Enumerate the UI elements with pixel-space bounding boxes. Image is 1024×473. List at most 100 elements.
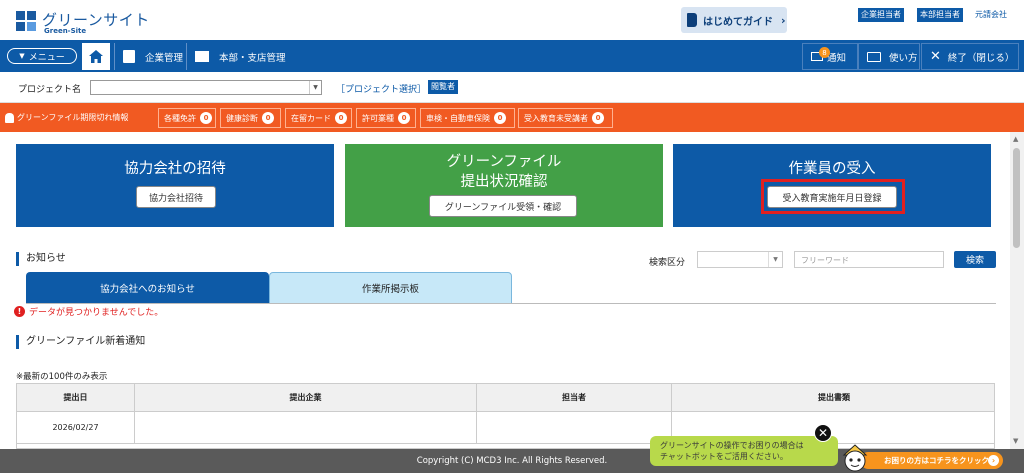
nav-item-label: 企業管理 [145, 52, 184, 64]
alert-title: グリーンファイル期限切れ情報 [5, 112, 128, 123]
card-greenfile-status: グリーンファイル 提出状況確認 グリーンファイル受領・確認 [345, 144, 663, 227]
top-header: グリーンサイト Green-Site はじめてガイド › 企業担当者 本部担当者… [0, 0, 1024, 40]
copyright-text: Copyright (C) MCD3 Inc. All Rights Reser… [416, 456, 608, 466]
column-header: 担当者 [477, 384, 672, 412]
chatbot-bubble[interactable]: グリーンサイトの操作でお困りの場合は チャットボットをご活用ください。 [650, 436, 838, 466]
alert-item-licenses[interactable]: 各種免許 0 [158, 108, 216, 128]
open-book-icon [867, 51, 881, 62]
menu-label: メニュー [28, 52, 65, 63]
error-icon: ! [14, 306, 25, 317]
page-scrollbar[interactable]: ▲ ▼ [1010, 132, 1024, 449]
project-bar: プロジェクト名 ▼ ［プロジェクト選択］ 閲覧者 [0, 72, 1024, 103]
notification-count: 8 [819, 47, 830, 58]
chat-line-1: グリーンサイトの操作でお困りの場合は [660, 441, 804, 450]
role-badge-company: 企業担当者 [858, 8, 904, 22]
alert-item-label: 健康診断 [226, 113, 258, 123]
guide-label: はじめてガイド [703, 16, 773, 28]
main-nav: ▼ メニュー 企業管理 本部・支店管理 8 通知 使い方 ✕ 終了（閉じる） [0, 40, 1024, 72]
highlight-frame [761, 179, 905, 214]
notification-button[interactable]: 8 通知 [802, 43, 858, 70]
viewer-badge: 閲覧者 [428, 80, 458, 94]
greenfile-table: 提出日 提出企業 担当者 提出書類 2026/02/27 [16, 383, 995, 449]
chat-line-2: チャットボットをご活用ください。 [660, 452, 788, 461]
table-cell [477, 412, 672, 444]
company-name: 元請会社 [975, 10, 1007, 19]
no-data-message: ! データが見つかりませんでした。 [14, 305, 163, 318]
bell-icon [5, 112, 14, 123]
alert-item-residence-card[interactable]: 在留カード 0 [285, 108, 352, 128]
scroll-up-icon[interactable]: ▲ [1013, 135, 1018, 143]
greenfile-new-heading: グリーンファイル新着通知 [16, 335, 145, 349]
search-category-select[interactable]: ▼ [697, 251, 783, 268]
nav-item-label: 本部・支店管理 [219, 52, 286, 64]
home-icon [89, 50, 103, 63]
alert-item-count: 0 [262, 112, 274, 124]
column-header: 提出企業 [135, 384, 477, 412]
alert-item-label: 各種免許 [164, 113, 196, 123]
card-invite-partner: 協力会社の招待 協力会社招待 [16, 144, 334, 227]
card-title: 作業員の受入 [788, 161, 876, 177]
mascot-icon [842, 444, 868, 472]
alert-item-count: 0 [200, 112, 212, 124]
alert-item-label: 在留カード [291, 113, 331, 123]
alert-item-count: 0 [494, 112, 506, 124]
search-category-label: 検索区分 [649, 258, 686, 268]
card-title: 協力会社の招待 [124, 161, 226, 177]
notices-heading: お知らせ [16, 252, 66, 266]
close-icon: ✕ [930, 49, 941, 64]
scroll-thumb[interactable] [1013, 148, 1020, 248]
alert-item-count: 0 [398, 112, 410, 124]
freeword-input[interactable]: フリーワード [794, 251, 944, 268]
book-icon [687, 13, 697, 27]
logo-subtext: Green-Site [44, 27, 87, 35]
dropdown-arrow-icon: ▼ [309, 81, 321, 94]
table-cell [135, 412, 477, 444]
greenfile-receive-button[interactable]: グリーンファイル受領・確認 [429, 195, 577, 217]
alert-item-count: 0 [592, 112, 604, 124]
nav-company-management[interactable]: 企業管理 [114, 43, 186, 70]
project-select-link[interactable]: ［プロジェクト選択］ [336, 82, 426, 95]
project-select[interactable]: ▼ [90, 80, 322, 95]
alert-item-count: 0 [335, 112, 347, 124]
chatbot-help-label: お困りの方はコチラをクリック [884, 456, 989, 465]
beginner-guide-button[interactable]: はじめてガイド › [681, 7, 787, 33]
home-button[interactable] [82, 43, 110, 70]
exit-button[interactable]: ✕ 終了（閉じる） [921, 43, 1019, 70]
alert-item-label: 許可業種 [362, 113, 394, 123]
search-button[interactable]: 検索 [954, 251, 996, 268]
alert-item-label: 車検・自動車保険 [426, 113, 490, 123]
usage-button[interactable]: 使い方 [858, 43, 920, 70]
card-title-line1: グリーンファイル [446, 154, 562, 170]
alert-item-vehicle-insurance[interactable]: 車検・自動車保険 0 [420, 108, 515, 128]
table-cell: 2026/02/27 [17, 412, 135, 444]
no-data-text: データが見つかりませんでした。 [29, 308, 164, 318]
invite-partner-button[interactable]: 協力会社招待 [136, 186, 216, 208]
role-badge-headquarters: 本部担当者 [917, 8, 963, 22]
building-icon [123, 50, 135, 63]
dropdown-arrow-icon: ▼ [768, 252, 782, 267]
tab-partner-notices[interactable]: 協力会社へのお知らせ [26, 272, 269, 304]
alert-title-text: グリーンファイル期限切れ情報 [17, 113, 129, 122]
menu-button[interactable]: ▼ メニュー [7, 48, 77, 64]
alert-item-untrained-workers[interactable]: 受入教育未受講者 0 [518, 108, 613, 128]
tab-site-board[interactable]: 作業所掲示板 [269, 272, 512, 304]
store-icon [195, 51, 209, 62]
column-header: 提出日 [17, 384, 135, 412]
scroll-down-icon[interactable]: ▼ [1013, 437, 1018, 445]
display-limit-note: ※最新の100件のみ表示 [16, 372, 108, 382]
project-label: プロジェクト名 [18, 85, 82, 95]
expiry-alert-bar: グリーンファイル期限切れ情報 各種免許 0 健康診断 0 在留カード 0 許可業… [0, 103, 1024, 132]
close-icon[interactable]: ✕ [814, 424, 832, 442]
exit-label: 終了（閉じる） [947, 52, 1015, 64]
chevron-right-icon: › [988, 455, 999, 466]
alert-item-permitted-business[interactable]: 許可業種 0 [356, 108, 416, 128]
chatbot-help-button[interactable]: お困りの方はコチラをクリック › [860, 452, 1003, 469]
usage-label: 使い方 [889, 52, 918, 64]
chevron-right-icon: › [781, 13, 786, 27]
alert-item-health-check[interactable]: 健康診断 0 [220, 108, 281, 128]
tab-divider [26, 303, 996, 304]
logo-mark-icon [16, 11, 36, 31]
alert-item-label: 受入教育未受講者 [524, 113, 588, 123]
nav-branch-management[interactable]: 本部・支店管理 [186, 43, 286, 70]
card-title-line2: 提出状況確認 [460, 174, 548, 190]
